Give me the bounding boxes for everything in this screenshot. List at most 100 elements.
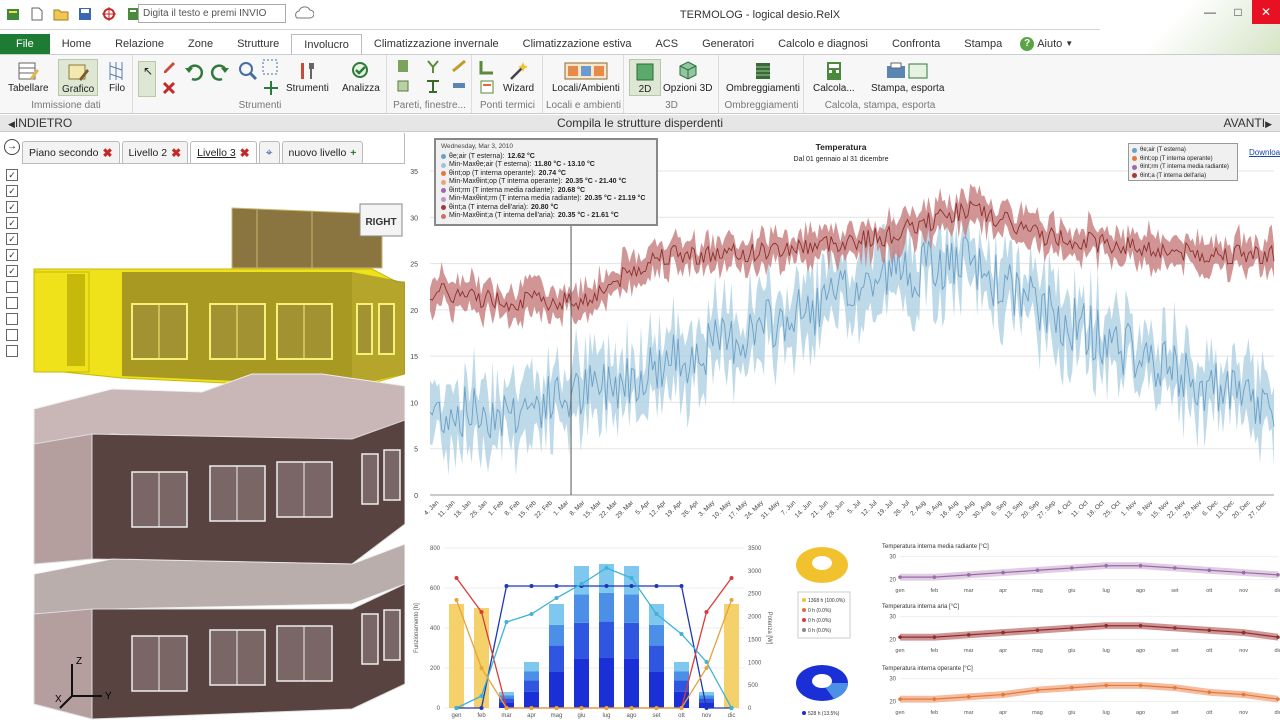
layer-checkbox[interactable]: ✓ — [6, 185, 18, 197]
bar-cooling[interactable] — [674, 662, 689, 672]
bar-heating[interactable] — [474, 608, 489, 708]
level-tab[interactable]: Livello 2 ✖ — [121, 141, 189, 163]
door-icon[interactable] — [426, 79, 440, 96]
tab-home[interactable]: Home — [50, 34, 103, 54]
bar-cooling[interactable] — [624, 594, 639, 623]
close-icon[interactable]: ✖ — [240, 146, 250, 160]
layer-checkbox[interactable]: ✓ — [6, 217, 18, 229]
search-input[interactable]: Digita il testo e premi INVIO — [138, 4, 286, 23]
level-tab-active[interactable]: Livello 3 ✖ — [190, 141, 257, 163]
power-line[interactable] — [455, 599, 733, 709]
bar-cooling[interactable] — [624, 566, 639, 595]
layer-checkbox[interactable]: ✓ — [6, 249, 18, 261]
tab-climatizzazione-estiva[interactable]: Climatizzazione estiva — [511, 34, 644, 54]
arrow-right-icon[interactable]: → — [4, 139, 20, 155]
calcola-button[interactable]: Calcola... — [813, 59, 855, 94]
3d-viewport[interactable]: RIGHT Z X Y — [22, 163, 406, 720]
pointer-button[interactable]: ↖ — [138, 61, 156, 97]
locali-ambienti-button[interactable]: Locali/Ambienti — [552, 59, 620, 94]
bar-cooling[interactable] — [574, 594, 589, 623]
tab-involucro[interactable]: Involucro — [291, 34, 362, 54]
operation-bar-chart[interactable]: 8006004002000350030002500200015001000500… — [406, 538, 786, 720]
ombreggiamenti-button[interactable]: Ombreggiamenti — [726, 59, 800, 94]
new-level-tab[interactable]: nuovo livello + — [281, 141, 364, 163]
pan-icon[interactable] — [264, 81, 278, 98]
bar-heating[interactable] — [724, 604, 739, 708]
filo-button[interactable]: Filo — [104, 59, 130, 94]
bar-heating[interactable] — [449, 604, 464, 708]
tab-calcolo-diagnosi[interactable]: Calcolo e diagnosi — [766, 34, 880, 54]
bar-cooling[interactable] — [674, 671, 689, 681]
bar-cooling[interactable] — [624, 622, 639, 659]
bar-cooling[interactable] — [499, 692, 514, 696]
bar-cooling[interactable] — [549, 604, 564, 625]
forward-button[interactable]: AVANTI▶ — [1224, 116, 1272, 130]
layer-checkbox[interactable]: ✓ — [6, 233, 18, 245]
delete-icon[interactable] — [162, 81, 176, 98]
wall-icon[interactable] — [396, 59, 410, 76]
2d-button[interactable]: 2D — [629, 59, 661, 96]
tabellare-button[interactable]: Tabellare — [8, 59, 49, 94]
monthly-temp-charts[interactable]: Temperatura interna media radiante [°C] 3… — [868, 538, 1280, 720]
bar-cooling[interactable] — [649, 671, 664, 708]
close-icon[interactable]: ✖ — [102, 146, 112, 160]
bar-cooling[interactable] — [524, 691, 539, 708]
bar-cooling[interactable] — [699, 695, 714, 699]
bar-cooling[interactable] — [599, 657, 614, 708]
tab-relazione[interactable]: Relazione — [103, 34, 176, 54]
bar-cooling[interactable] — [524, 671, 539, 681]
layer-checkbox[interactable] — [6, 313, 18, 325]
bar-cooling[interactable] — [699, 698, 714, 703]
layer-checkbox[interactable]: ✓ — [6, 201, 18, 213]
viewcube-label[interactable]: RIGHT — [365, 217, 396, 228]
tab-strutture[interactable]: Strutture — [225, 34, 291, 54]
layer-checkbox[interactable]: ✓ — [6, 169, 18, 181]
bar-cooling[interactable] — [649, 645, 664, 672]
window-tool-icon[interactable] — [426, 59, 440, 76]
zoom-window-icon[interactable] — [262, 59, 278, 78]
bar-cooling[interactable] — [549, 645, 564, 672]
bar-cooling[interactable] — [499, 695, 514, 699]
floor-icon[interactable] — [396, 79, 410, 96]
target-icon[interactable] — [100, 5, 118, 23]
level-tab[interactable]: Piano secondo ✖ — [22, 141, 120, 163]
analizza-button[interactable]: Analizza — [342, 59, 380, 94]
layer-checkbox[interactable] — [6, 297, 18, 309]
wizard-button[interactable]: Wizard — [503, 59, 534, 94]
bar-cooling[interactable] — [524, 680, 539, 692]
maximize-icon[interactable]: □ — [1224, 0, 1252, 24]
bar-cooling[interactable] — [699, 692, 714, 696]
bar-cooling[interactable] — [624, 658, 639, 708]
roof-icon[interactable] — [452, 59, 466, 76]
bar-cooling[interactable] — [549, 624, 564, 646]
tab-file[interactable]: File — [0, 34, 50, 54]
tab-climatizzazione-invernale[interactable]: Climatizzazione invernale — [362, 34, 511, 54]
bar-cooling[interactable] — [599, 621, 614, 658]
tab-acs[interactable]: ACS — [643, 34, 690, 54]
save-icon[interactable] — [76, 5, 94, 23]
power-line[interactable] — [456, 567, 733, 709]
bar-cooling[interactable] — [549, 671, 564, 708]
new-file-icon[interactable] — [28, 5, 46, 23]
layer-checkbox[interactable]: ✓ — [6, 265, 18, 277]
tab-generatori[interactable]: Generatori — [690, 34, 766, 54]
redo-icon[interactable] — [210, 63, 230, 84]
thermal-bridge-icon[interactable] — [479, 59, 495, 78]
pencil-icon[interactable] — [162, 59, 176, 76]
grafico-button[interactable]: Grafico — [58, 59, 99, 96]
undo-icon[interactable] — [184, 63, 204, 84]
mini-line[interactable] — [900, 565, 1279, 578]
tab-stampa[interactable]: Stampa — [952, 34, 1014, 54]
tab-confronta[interactable]: Confronta — [880, 34, 952, 54]
cloud-icon[interactable] — [292, 6, 315, 23]
download-link[interactable]: Download — [1249, 148, 1280, 157]
bar-cooling[interactable] — [574, 658, 589, 708]
zoom-icon[interactable] — [238, 61, 258, 84]
stampa-esporta-button[interactable]: Stampa, esporta — [871, 59, 944, 94]
layer-checkbox[interactable] — [6, 345, 18, 357]
opzioni-3d-button[interactable]: Opzioni 3D — [663, 59, 712, 94]
tab-aiuto[interactable]: ? Aiuto ▼ — [1014, 34, 1079, 54]
minimize-icon[interactable]: — — [1196, 0, 1224, 24]
bar-cooling[interactable] — [524, 662, 539, 672]
legend-entry[interactable]: θint;a (T interna dell'aria) — [1132, 172, 1234, 181]
